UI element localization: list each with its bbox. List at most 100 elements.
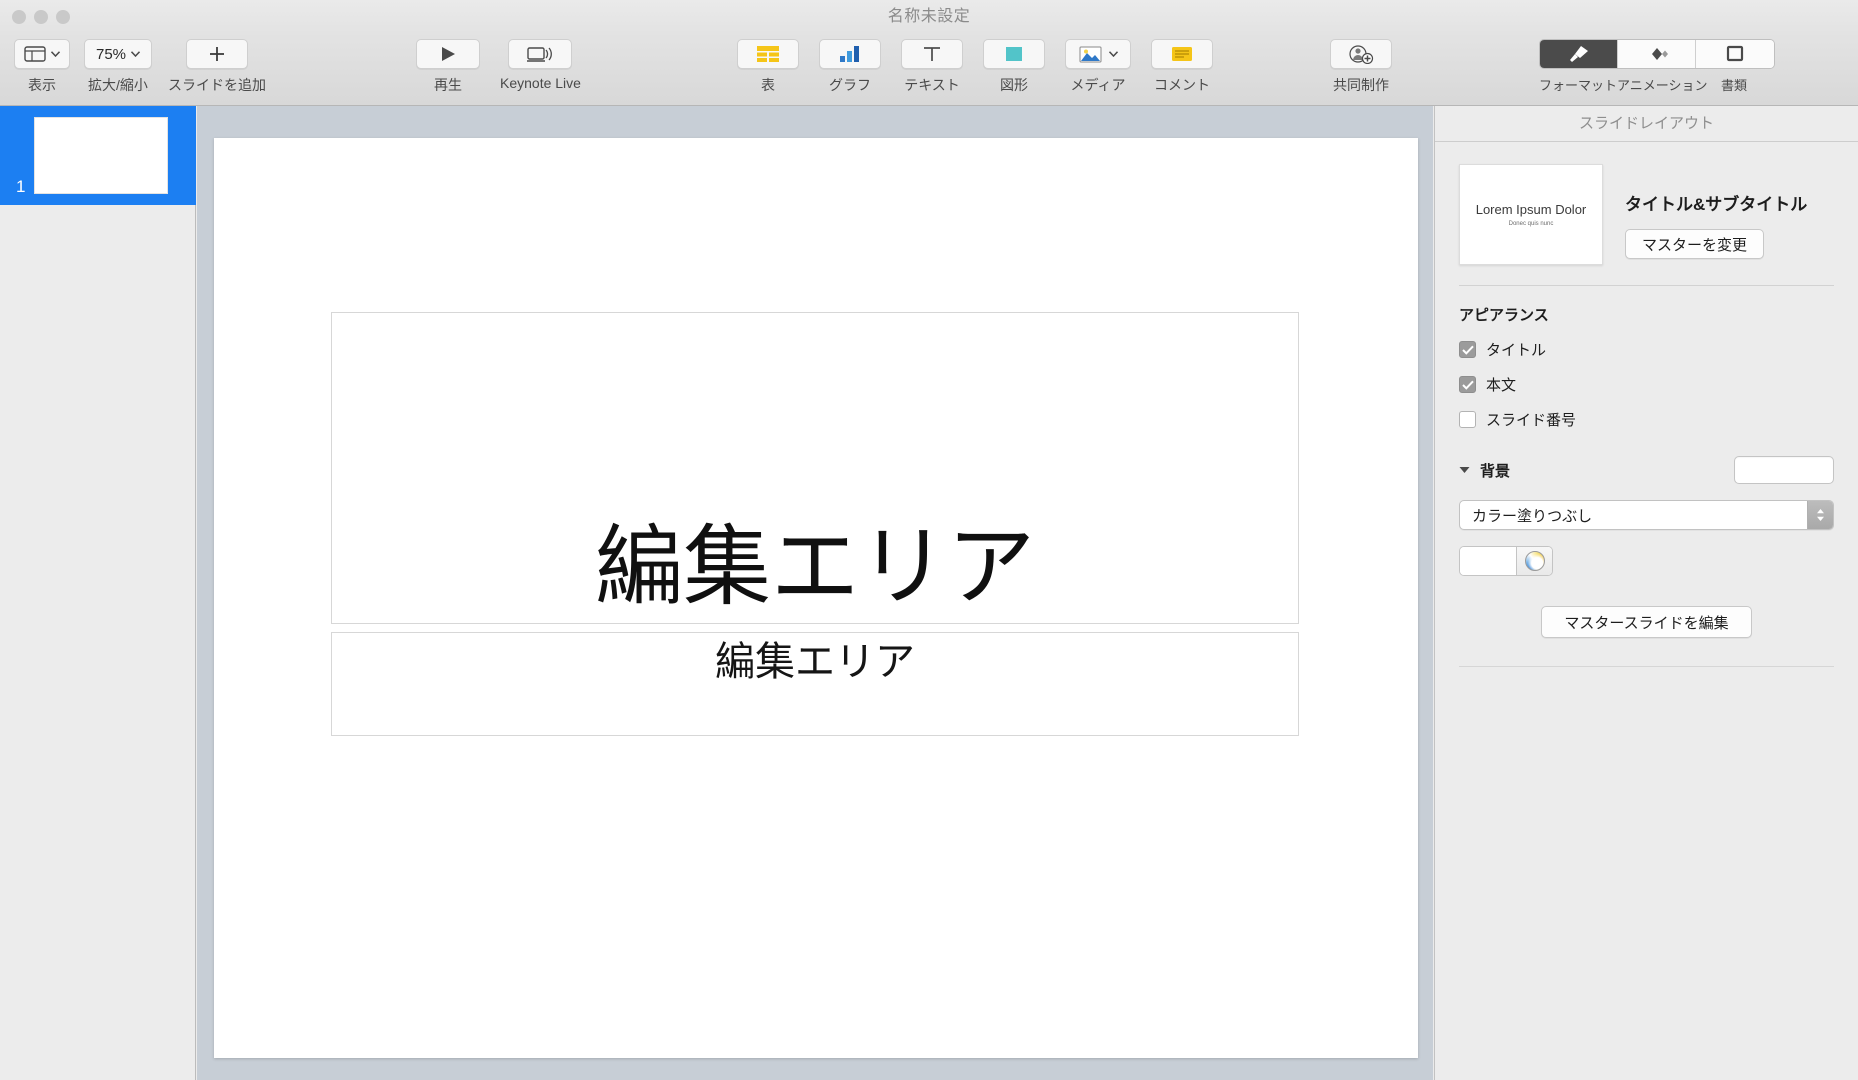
shape-control[interactable]: 図形: [983, 39, 1045, 95]
text-control[interactable]: テキスト: [901, 39, 963, 95]
media-button[interactable]: [1065, 39, 1131, 69]
comment-note-icon: [1172, 47, 1192, 61]
comment-label: コメント: [1154, 77, 1210, 93]
comment-button[interactable]: [1151, 39, 1213, 69]
toolbar-insert-group: 表 グラフ テキスト 図形 メディア コメント: [737, 39, 1213, 95]
zoom-button[interactable]: 75%: [84, 39, 152, 69]
add-slide-button[interactable]: [186, 39, 248, 69]
edit-master-slide-button[interactable]: マスタースライドを編集: [1541, 606, 1752, 638]
background-fill-popup[interactable]: カラー塗りつぶし: [1459, 500, 1834, 530]
view-control[interactable]: 表示: [14, 39, 70, 95]
checkbox-title[interactable]: [1459, 341, 1476, 358]
main-toolbar: 表示 75% 拡大/縮小 スライドを追加 再生 Keynote Live 表 グ…: [0, 33, 1858, 106]
body-placeholder-text: 編集エリア: [715, 639, 915, 685]
plus-icon: [210, 47, 224, 61]
checkmark-icon: [1461, 345, 1474, 355]
title-placeholder[interactable]: 編集エリア: [331, 312, 1299, 624]
document-rect-icon: [1726, 45, 1744, 62]
layout-thumbnail[interactable]: Lorem Ipsum Dolor Donec quis nunc: [1459, 164, 1603, 265]
text-label: テキスト: [904, 77, 960, 93]
zoom-label: 拡大/縮小: [88, 77, 148, 93]
background-color-swatch[interactable]: [1460, 547, 1516, 575]
edit-master-wrap: マスタースライドを編集: [1435, 580, 1858, 638]
appearance-option-title[interactable]: タイトル: [1459, 339, 1834, 360]
background-disclosure[interactable]: 背景: [1459, 460, 1510, 481]
layout-info: タイトル&サブタイトル マスターを変更: [1625, 164, 1807, 265]
play-icon: [442, 47, 455, 61]
window-titlebar: 名称未設定: [0, 0, 1858, 33]
window-title: 名称未設定: [887, 8, 971, 25]
checkmark-icon: [1461, 380, 1474, 390]
chart-control[interactable]: グラフ: [819, 39, 881, 95]
diamond-animate-icon: [1651, 48, 1668, 60]
tab-animate[interactable]: [1618, 40, 1696, 68]
toolbar-collaborate-group: 共同制作: [1330, 39, 1392, 95]
toolbar-left-group: 表示 75% 拡大/縮小 スライドを追加: [14, 39, 266, 95]
inspector-tab-group[interactable]: [1539, 39, 1775, 69]
paintbrush-icon: [1569, 46, 1588, 62]
keynote-live-control[interactable]: Keynote Live: [500, 39, 581, 91]
background-title: 背景: [1480, 462, 1511, 480]
table-label: 表: [761, 77, 775, 93]
shape-button[interactable]: [983, 39, 1045, 69]
change-master-button[interactable]: マスターを変更: [1625, 229, 1765, 259]
bar-chart-icon: [840, 46, 859, 62]
collaborate-control[interactable]: 共同制作: [1330, 39, 1392, 95]
body-placeholder[interactable]: 編集エリア: [331, 632, 1299, 736]
comment-control[interactable]: コメント: [1151, 39, 1213, 95]
text-button[interactable]: [901, 39, 963, 69]
view-layout-icon: [24, 46, 46, 62]
person-add-icon: [1349, 45, 1374, 64]
shape-label: 図形: [1000, 77, 1028, 93]
add-slide-control[interactable]: スライドを追加: [168, 39, 266, 95]
checkbox-body-label: 本文: [1486, 377, 1517, 394]
zoom-control[interactable]: 75% 拡大/縮小: [84, 39, 152, 95]
tab-document[interactable]: [1696, 40, 1774, 68]
text-t-icon: [924, 47, 940, 61]
table-control[interactable]: 表: [737, 39, 799, 95]
play-button[interactable]: [416, 39, 480, 69]
background-fill-value: カラー塗りつぶし: [1472, 507, 1593, 525]
slide-layout-block: Lorem Ipsum Dolor Donec quis nunc タイトル&サ…: [1435, 142, 1858, 285]
view-button[interactable]: [14, 39, 70, 69]
table-icon: [757, 46, 779, 62]
title-placeholder-text: 編集エリア: [594, 514, 1035, 618]
appearance-option-body[interactable]: 本文: [1459, 374, 1834, 395]
toolbar-inspector-tabs: フォーマット アニメーション 書類: [1539, 39, 1775, 94]
add-slide-label: スライドを追加: [168, 77, 266, 93]
slide-number: 1: [16, 177, 26, 196]
background-color-well[interactable]: [1459, 546, 1553, 576]
media-control[interactable]: メディア: [1065, 39, 1131, 95]
inspector-bottom-divider: [1459, 666, 1834, 667]
tab-format[interactable]: [1540, 40, 1618, 68]
slide-navigator-item[interactable]: 1: [0, 106, 196, 205]
color-wheel-button[interactable]: [1516, 547, 1552, 575]
slide-thumbnail[interactable]: [34, 117, 168, 194]
slide-navigator[interactable]: 1: [0, 106, 196, 1080]
appearance-section: アピアランス タイトル 本文 スライド番号: [1435, 286, 1858, 430]
view-label: 表示: [28, 77, 56, 93]
play-control[interactable]: 再生: [416, 39, 480, 95]
tab-animate-label: アニメーション: [1617, 78, 1708, 93]
popup-stepper-icon[interactable]: [1807, 501, 1833, 529]
tab-document-label: 書類: [1720, 78, 1747, 93]
checkbox-slide-number[interactable]: [1459, 411, 1476, 428]
table-button[interactable]: [737, 39, 799, 69]
chevron-down-icon: [51, 51, 60, 57]
background-preview-swatch[interactable]: [1734, 456, 1834, 484]
slide-canvas[interactable]: 編集エリア 編集エリア: [197, 106, 1433, 1080]
inspector-tab-labels: フォーマット アニメーション 書類: [1539, 75, 1773, 94]
chevron-down-icon: [1109, 51, 1118, 57]
collaborate-button[interactable]: [1330, 39, 1392, 69]
background-header[interactable]: 背景: [1459, 456, 1834, 484]
checkbox-body[interactable]: [1459, 376, 1476, 393]
color-wheel-icon: [1524, 551, 1545, 571]
slide-surface[interactable]: 編集エリア 編集エリア: [214, 138, 1418, 1058]
play-label: 再生: [434, 77, 462, 93]
background-section: 背景 カラー塗りつぶし: [1435, 430, 1858, 580]
inspector-header: スライドレイアウト: [1435, 106, 1858, 142]
appearance-option-slide-number[interactable]: スライド番号: [1459, 409, 1834, 430]
layout-thumb-title: Lorem Ipsum Dolor: [1475, 202, 1587, 217]
keynote-live-button[interactable]: [508, 39, 573, 69]
chart-button[interactable]: [819, 39, 881, 69]
